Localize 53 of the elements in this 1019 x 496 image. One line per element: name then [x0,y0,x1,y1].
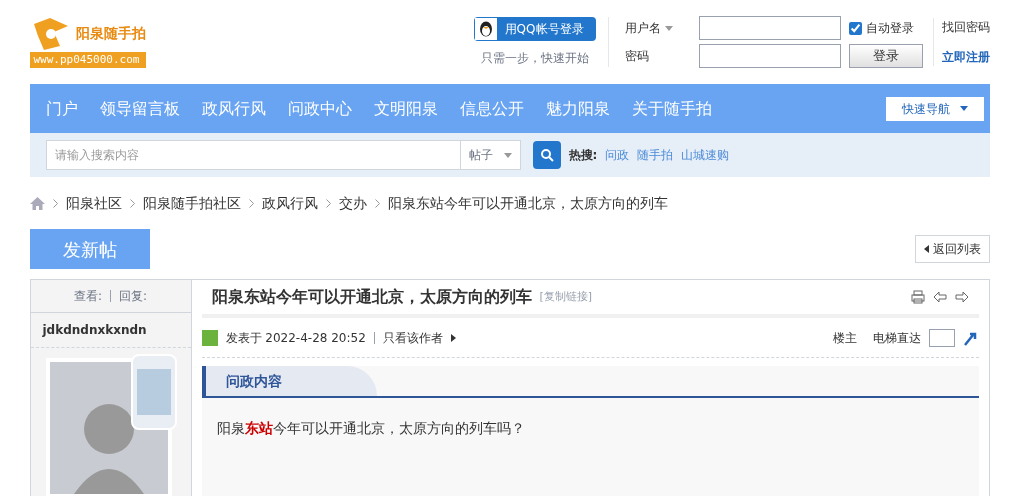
logo-text: 阳泉随手拍 [75,24,146,44]
previous-arrow-icon[interactable] [932,291,947,303]
search-button[interactable] [532,141,561,169]
hot-search-link[interactable]: 山城速购 [681,146,730,164]
breadcrumb-link[interactable]: 政风行风 [261,192,318,214]
penguin-icon [478,21,493,37]
caret-icon [959,106,968,111]
back-to-list-button[interactable]: 返回列表 [914,235,990,263]
logo-url: www.pp045000.com [29,51,146,69]
search-field[interactable]: 请输入搜索内容 帖子 [45,140,521,170]
print-icon[interactable] [910,290,925,304]
copy-link[interactable]: [复制链接] [539,288,593,306]
search-icon [539,148,554,162]
floor-number-field[interactable] [928,328,955,347]
search-scope-dropdown[interactable]: 帖子 [459,141,520,169]
password-field[interactable] [698,44,841,68]
username-label[interactable]: 用户名 [624,19,695,37]
hot-search-label: 热搜: [568,147,598,164]
caret-icon [664,25,673,31]
password-label: 密码 [624,48,650,65]
breadcrumb-link[interactable]: 阳泉社区 [65,192,122,214]
chevron-icon [248,198,254,208]
chevron-icon [325,198,331,208]
next-arrow-icon[interactable] [954,291,969,303]
caret-icon [923,245,929,253]
thread-title: 阳泉东站今年可以开通北京，太原方向的列车 [211,286,532,308]
chevron-icon [374,198,380,208]
views-label: 查看: [73,288,102,306]
register-link[interactable]: 立即注册 [941,48,990,66]
replies-label: 回复: [119,288,148,306]
qq-login-button[interactable]: 用QQ帐号登录 [473,17,596,41]
caret-icon [450,333,456,342]
chevron-icon [52,198,58,208]
qq-login-hint: 只需一步，快速开始 [480,50,589,67]
login-button[interactable]: 登录 [848,44,923,68]
caret-icon [503,152,512,158]
author-name[interactable]: jdkdndnxkxndn [30,313,191,348]
auto-login-checkbox[interactable] [848,21,862,35]
quick-nav-button[interactable]: 快速导航 [885,96,984,121]
username-field[interactable] [698,16,841,40]
floor-label: 楼主 [832,329,857,347]
post-body: 阳泉东站今年可以开通北京，太原方向的列车吗？ [215,419,526,438]
hot-search-link[interactable]: 问政 [605,146,630,164]
hot-search-link[interactable]: 随手拍 [637,146,674,164]
chevron-icon [129,198,135,208]
forgot-password-link[interactable]: 找回密码 [941,18,990,36]
post-date: 发表于 2022-4-28 20:52 [225,329,366,347]
jump-floor-label: 电梯直达 [872,329,921,347]
breadcrumb-link[interactable]: 阳泉随手拍社区 [142,192,241,214]
auto-login-label: 自动登录 [865,20,914,37]
only-author-link[interactable]: 只看该作者 [382,328,456,347]
breadcrumb-link[interactable]: 阳泉东站今年可以开通北京，太原方向的列车 [387,192,668,214]
breadcrumb-link[interactable]: 交办 [338,192,367,214]
